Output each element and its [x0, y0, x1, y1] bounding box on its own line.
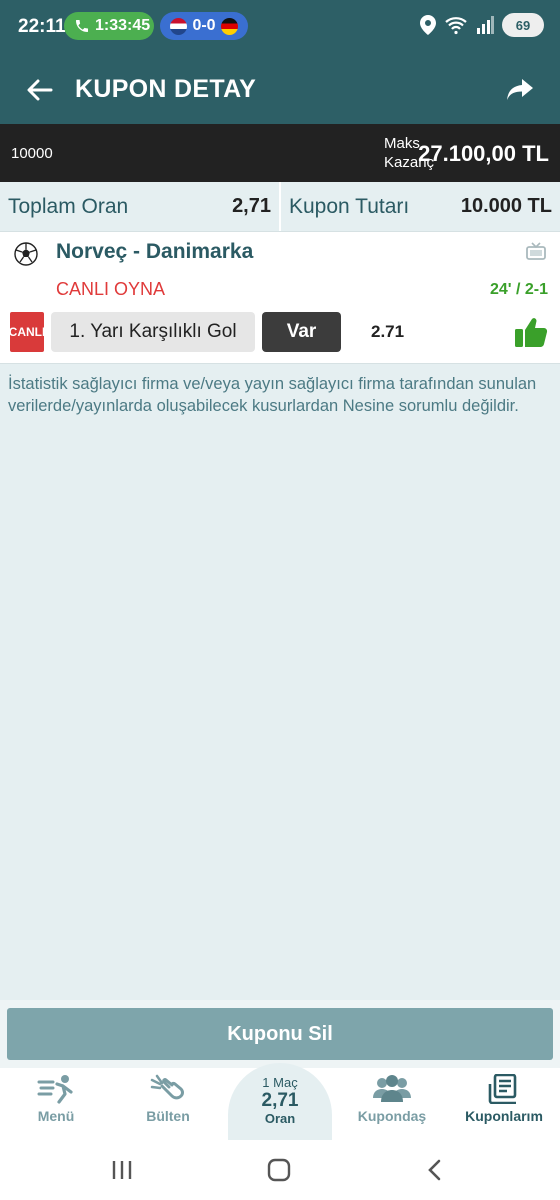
- coupon-total: Kupon Tutarı 10.000 TL: [281, 182, 560, 231]
- bet-market: 1. Yarı Karşılıklı Gol: [51, 312, 255, 352]
- score-text: 0-0: [192, 17, 216, 34]
- home-icon: [267, 1158, 291, 1182]
- battery-indicator: 69: [502, 13, 544, 37]
- germany-flag-icon: [220, 17, 238, 35]
- bet-odd: 2.71: [371, 322, 405, 341]
- share-arrow-icon: [507, 79, 533, 100]
- system-back-button[interactable]: [420, 1155, 450, 1185]
- recents-icon: [112, 1161, 132, 1179]
- match-count: 1 Maç: [262, 1075, 298, 1090]
- coupon-amount: 10000: [11, 145, 53, 162]
- disclaimer-text: İstatistik sağlayıcı firma ve/veya yayın…: [8, 375, 537, 415]
- menu-runner-icon: [37, 1075, 73, 1104]
- clock: 22:11: [18, 16, 66, 37]
- tv-icon[interactable]: [526, 242, 546, 260]
- nav-my-coupons-label: Kuponlarım: [465, 1108, 543, 1124]
- nav-menu[interactable]: Menü: [6, 1074, 106, 1136]
- arrow-left-icon: [27, 79, 53, 101]
- summary-odds: 2,71: [261, 1090, 299, 1111]
- home-button[interactable]: [264, 1155, 294, 1185]
- coupon-amount-label: Kupon Tutarı: [289, 194, 410, 218]
- netherlands-flag-icon: [170, 17, 188, 35]
- amount-bar: 10000 Maks. Kazanç 27.100,00 TL: [0, 124, 560, 182]
- battery-level: 69: [515, 17, 531, 33]
- football-icon: [14, 242, 38, 266]
- live-score-pill[interactable]: 0-0: [160, 12, 248, 40]
- back-button[interactable]: [22, 72, 58, 108]
- chevron-left-icon: [428, 1159, 441, 1181]
- max-win-value: 27.100,00 TL: [418, 141, 549, 166]
- share-button[interactable]: [502, 72, 538, 108]
- call-pill[interactable]: 1:33:45: [64, 12, 154, 40]
- bet-pick: Var: [262, 312, 341, 352]
- system-nav-bar: [0, 1140, 560, 1200]
- match-card: Norveç - Danimarka CANLI OYNA 24' / 2-1 …: [0, 232, 560, 364]
- delete-coupon-button[interactable]: Kuponu Sil: [7, 1008, 553, 1060]
- users-group-icon: [373, 1075, 411, 1102]
- nav-bulletin-label: Bülten: [146, 1108, 190, 1124]
- nav-coupon-summary[interactable]: 1 Maç 2,71 Oran: [228, 1063, 332, 1143]
- status-bar: 22:11 1:33:45 0-0 69: [0, 0, 560, 56]
- recents-button[interactable]: [107, 1155, 137, 1185]
- totals-row: Toplam Oran 2,71 Kupon Tutarı 10.000 TL: [0, 182, 560, 232]
- total-odds-value: 2,71: [232, 195, 271, 217]
- bulletin-hand-icon: [150, 1074, 184, 1100]
- page-title: KUPON DETAY: [75, 75, 257, 103]
- coupon-amount-value: 10.000 TL: [460, 195, 552, 217]
- phone-icon: [76, 20, 88, 32]
- live-play-link[interactable]: CANLI OYNA: [56, 279, 165, 300]
- status-icons: 69: [420, 13, 544, 37]
- live-badge: CANLI: [9, 312, 45, 352]
- nav-my-coupons[interactable]: Kuponlarım: [454, 1074, 554, 1136]
- coupons-list-icon: [488, 1074, 517, 1104]
- signal-icon: [477, 16, 494, 34]
- delete-bar: Kuponu Sil: [0, 1000, 560, 1068]
- match-teams[interactable]: Norveç - Danimarka: [56, 240, 253, 264]
- thumbs-up-icon: [515, 318, 548, 347]
- total-odds-label: Toplam Oran: [8, 194, 129, 218]
- total-odds: Toplam Oran 2,71: [0, 182, 281, 231]
- call-timer: 1:33:45: [95, 17, 151, 34]
- wifi-icon: [445, 17, 467, 35]
- app-header: KUPON DETAY: [0, 56, 560, 124]
- nav-menu-label: Menü: [37, 1108, 75, 1124]
- summary-odds-label: Oran: [264, 1111, 296, 1126]
- live-status: 24' / 2-1: [489, 281, 548, 298]
- nav-kupondas[interactable]: Kupondaş: [342, 1074, 442, 1136]
- bottom-nav: Menü Bülten 1 Maç 2,71 Oran Kupondaş Kup…: [0, 1063, 560, 1143]
- nav-bulletin[interactable]: Bülten: [118, 1074, 218, 1136]
- location-icon: [420, 15, 436, 35]
- nav-kupondas-label: Kupondaş: [357, 1108, 427, 1124]
